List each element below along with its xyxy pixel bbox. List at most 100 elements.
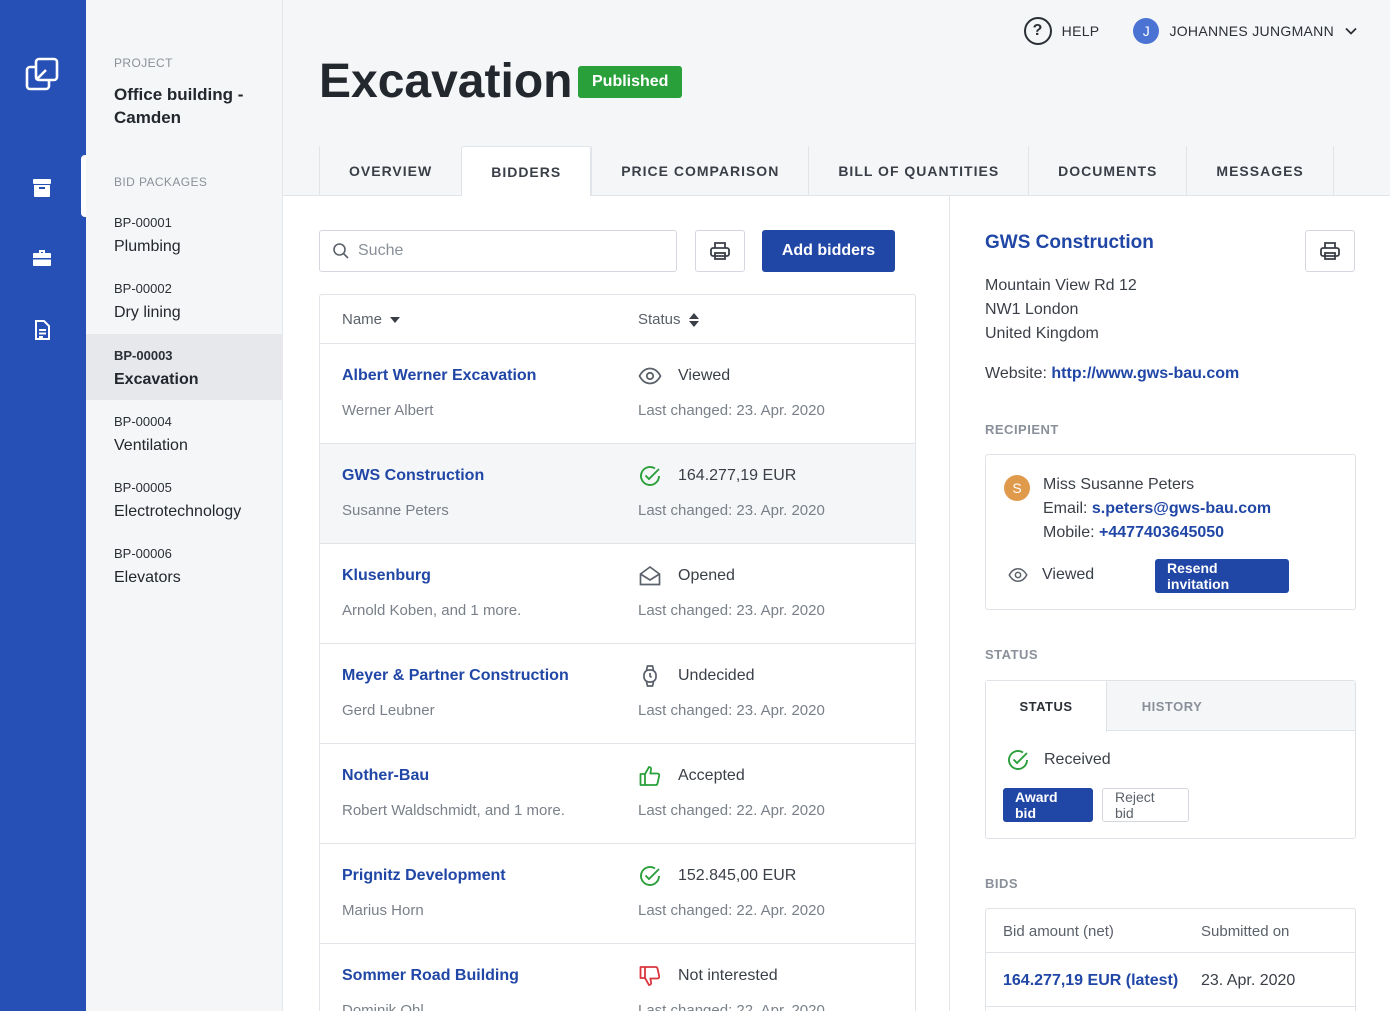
bidder-detail-panel: GWS Construction Mountain View Rd 12 NW1… <box>950 196 1390 1011</box>
avatar: J <box>1133 18 1160 44</box>
package-item[interactable]: BP-00002 Dry lining <box>86 267 283 333</box>
table-row[interactable]: Nother-Bau Robert Waldschmidt, and 1 mor… <box>320 744 915 844</box>
resend-invitation-button[interactable]: Resend invitation <box>1155 559 1289 593</box>
status-tabs: STATUS HISTORY <box>986 681 1355 732</box>
bid-status: Received <box>1006 748 1111 772</box>
check-circle-icon <box>640 866 660 886</box>
help-label: HELP <box>1061 23 1100 39</box>
tab-price-comparison[interactable]: PRICE COMPARISON <box>591 146 808 196</box>
bidder-company-link[interactable]: Sommer Road Building <box>342 967 519 985</box>
search-box[interactable] <box>319 230 677 272</box>
bidder-company-link[interactable]: Nother-Bau <box>342 767 429 785</box>
table-row-selected[interactable]: GWS Construction Susanne Peters 164.277,… <box>320 444 915 544</box>
table-row[interactable]: Sommer Road Building Dominik Ohl Not int… <box>320 944 915 1011</box>
recipient-section-title: RECIPIENT <box>985 422 1059 437</box>
envelope-open-icon <box>639 565 661 586</box>
address-line: United Kingdom <box>985 325 1099 342</box>
tab-documents[interactable]: DOCUMENTS <box>1028 146 1186 196</box>
website-label: Website: <box>985 365 1047 382</box>
last-changed: Last changed: 22. Apr. 2020 <box>638 802 825 819</box>
name-column-header[interactable]: Name <box>342 311 401 328</box>
package-item[interactable]: BP-00004 Ventilation <box>86 400 283 466</box>
award-bid-button[interactable]: Award bid <box>1003 788 1093 822</box>
package-code: BP-00003 <box>114 348 173 363</box>
bidder-contact: Dominik Ohl <box>342 1002 424 1011</box>
package-item[interactable]: BP-00005 Electrotechnology <box>86 466 283 532</box>
table-row[interactable]: Prignitz Development Marius Horn 152.845… <box>320 844 915 944</box>
table-row[interactable]: Meyer & Partner Construction Gerd Leubne… <box>320 644 915 744</box>
bidder-contact: Gerd Leubner <box>342 702 435 719</box>
reject-bid-button[interactable]: Reject bid <box>1102 788 1189 822</box>
status-header-label: Status <box>638 311 681 328</box>
table-row[interactable]: Albert Werner Excavation Werner Albert V… <box>320 344 915 444</box>
email-link[interactable]: s.peters@gws-bau.com <box>1092 500 1271 517</box>
website-link[interactable]: http://www.gws-bau.com <box>1051 365 1239 382</box>
bid-amount-header: Bid amount (net) <box>1003 923 1114 940</box>
bidder-company-link[interactable]: Albert Werner Excavation <box>342 367 536 385</box>
name-header-label: Name <box>342 311 383 328</box>
address-line: Mountain View Rd 12 <box>985 277 1137 294</box>
bidder-status: Undecided <box>678 667 755 684</box>
document-icon[interactable] <box>30 318 54 342</box>
briefcase-icon[interactable] <box>30 246 54 270</box>
package-name: Dry lining <box>114 304 181 321</box>
archive-icon[interactable] <box>30 176 54 200</box>
add-bidders-button[interactable]: Add bidders <box>762 230 895 272</box>
email-label: Email: <box>1043 500 1088 517</box>
package-item-active[interactable]: BP-00003 Excavation <box>86 334 283 400</box>
eye-icon <box>1008 567 1028 583</box>
check-circle-icon <box>1008 750 1028 770</box>
print-button[interactable] <box>695 230 745 272</box>
tab-history[interactable]: HISTORY <box>1107 681 1237 731</box>
package-name: Ventilation <box>114 437 188 454</box>
status-section-title: STATUS <box>985 647 1039 662</box>
package-name: Elevators <box>114 569 181 586</box>
mobile-link[interactable]: +4477403645050 <box>1099 524 1224 541</box>
tab-bidders[interactable]: BIDDERS <box>461 146 592 197</box>
tab-status[interactable]: STATUS <box>986 681 1107 732</box>
recipient-card: S Miss Susanne Peters Email: s.peters@gw… <box>985 454 1356 610</box>
tab-messages[interactable]: MESSAGES <box>1186 146 1334 196</box>
bidder-company-link[interactable]: GWS Construction <box>342 467 484 485</box>
company-website: Website: http://www.gws-bau.com <box>985 365 1239 383</box>
bidder-company-link[interactable]: Prignitz Development <box>342 867 506 885</box>
bidder-contact: Robert Waldschmidt, and 1 more. <box>342 802 565 819</box>
package-code: BP-00006 <box>114 546 172 561</box>
bid-amount-link[interactable]: 164.277,19 EUR (latest) <box>1003 972 1178 990</box>
table-row[interactable]: 164.277,19 EUR (latest) 23. Apr. 2020 <box>986 953 1355 1007</box>
table-row[interactable]: Klusenburg Arnold Koben, and 1 more. Ope… <box>320 544 915 644</box>
user-name: JOHANNES JUNGMANN <box>1169 23 1334 39</box>
package-item[interactable]: BP-00001 Plumbing <box>86 201 283 267</box>
company-address: Mountain View Rd 12 NW1 London United Ki… <box>985 274 1137 346</box>
watch-icon <box>643 665 657 687</box>
bid-packages-label: BID PACKAGES <box>114 175 208 189</box>
bidder-company-link[interactable]: Meyer & Partner Construction <box>342 667 569 685</box>
last-changed: Last changed: 22. Apr. 2020 <box>638 1002 825 1011</box>
status-badge: Published <box>578 66 683 98</box>
tab-bar: OVERVIEW BIDDERS PRICE COMPARISON BILL O… <box>319 146 1334 197</box>
bidder-contact: Marius Horn <box>342 902 424 919</box>
viewed-label: Viewed <box>1042 566 1095 583</box>
tab-bill-of-quantities[interactable]: BILL OF QUANTITIES <box>808 146 1028 196</box>
bidder-company-link[interactable]: Klusenburg <box>342 567 431 585</box>
check-circle-icon <box>640 466 660 486</box>
search-input[interactable] <box>358 242 658 260</box>
copy-logo-icon[interactable] <box>24 56 60 92</box>
user-menu[interactable]: J JOHANNES JUNGMANN <box>1133 18 1358 44</box>
printer-icon <box>1320 242 1340 260</box>
detail-company-name: GWS Construction <box>985 232 1154 253</box>
status-column-header[interactable]: Status <box>638 311 699 328</box>
bidder-contact: Susanne Peters <box>342 502 449 519</box>
bidders-table: Name Status Albert Werner Excavation Wer… <box>319 294 916 1011</box>
package-item[interactable]: BP-00006 Elevators <box>86 532 283 598</box>
project-sidebar: PROJECT Office building - Camden BID PAC… <box>86 0 283 1011</box>
help-button[interactable]: ? HELP <box>1023 17 1100 45</box>
bidder-status: Opened <box>678 567 735 584</box>
bids-table: Bid amount (net) Submitted on 164.277,19… <box>985 908 1356 1011</box>
project-name[interactable]: Office building - Camden <box>114 83 274 129</box>
detail-print-button[interactable] <box>1305 230 1355 272</box>
mobile-label: Mobile: <box>1043 524 1095 541</box>
recipient-viewed-status: Viewed <box>1008 565 1094 585</box>
last-changed: Last changed: 23. Apr. 2020 <box>638 602 825 619</box>
tab-overview[interactable]: OVERVIEW <box>319 146 461 196</box>
